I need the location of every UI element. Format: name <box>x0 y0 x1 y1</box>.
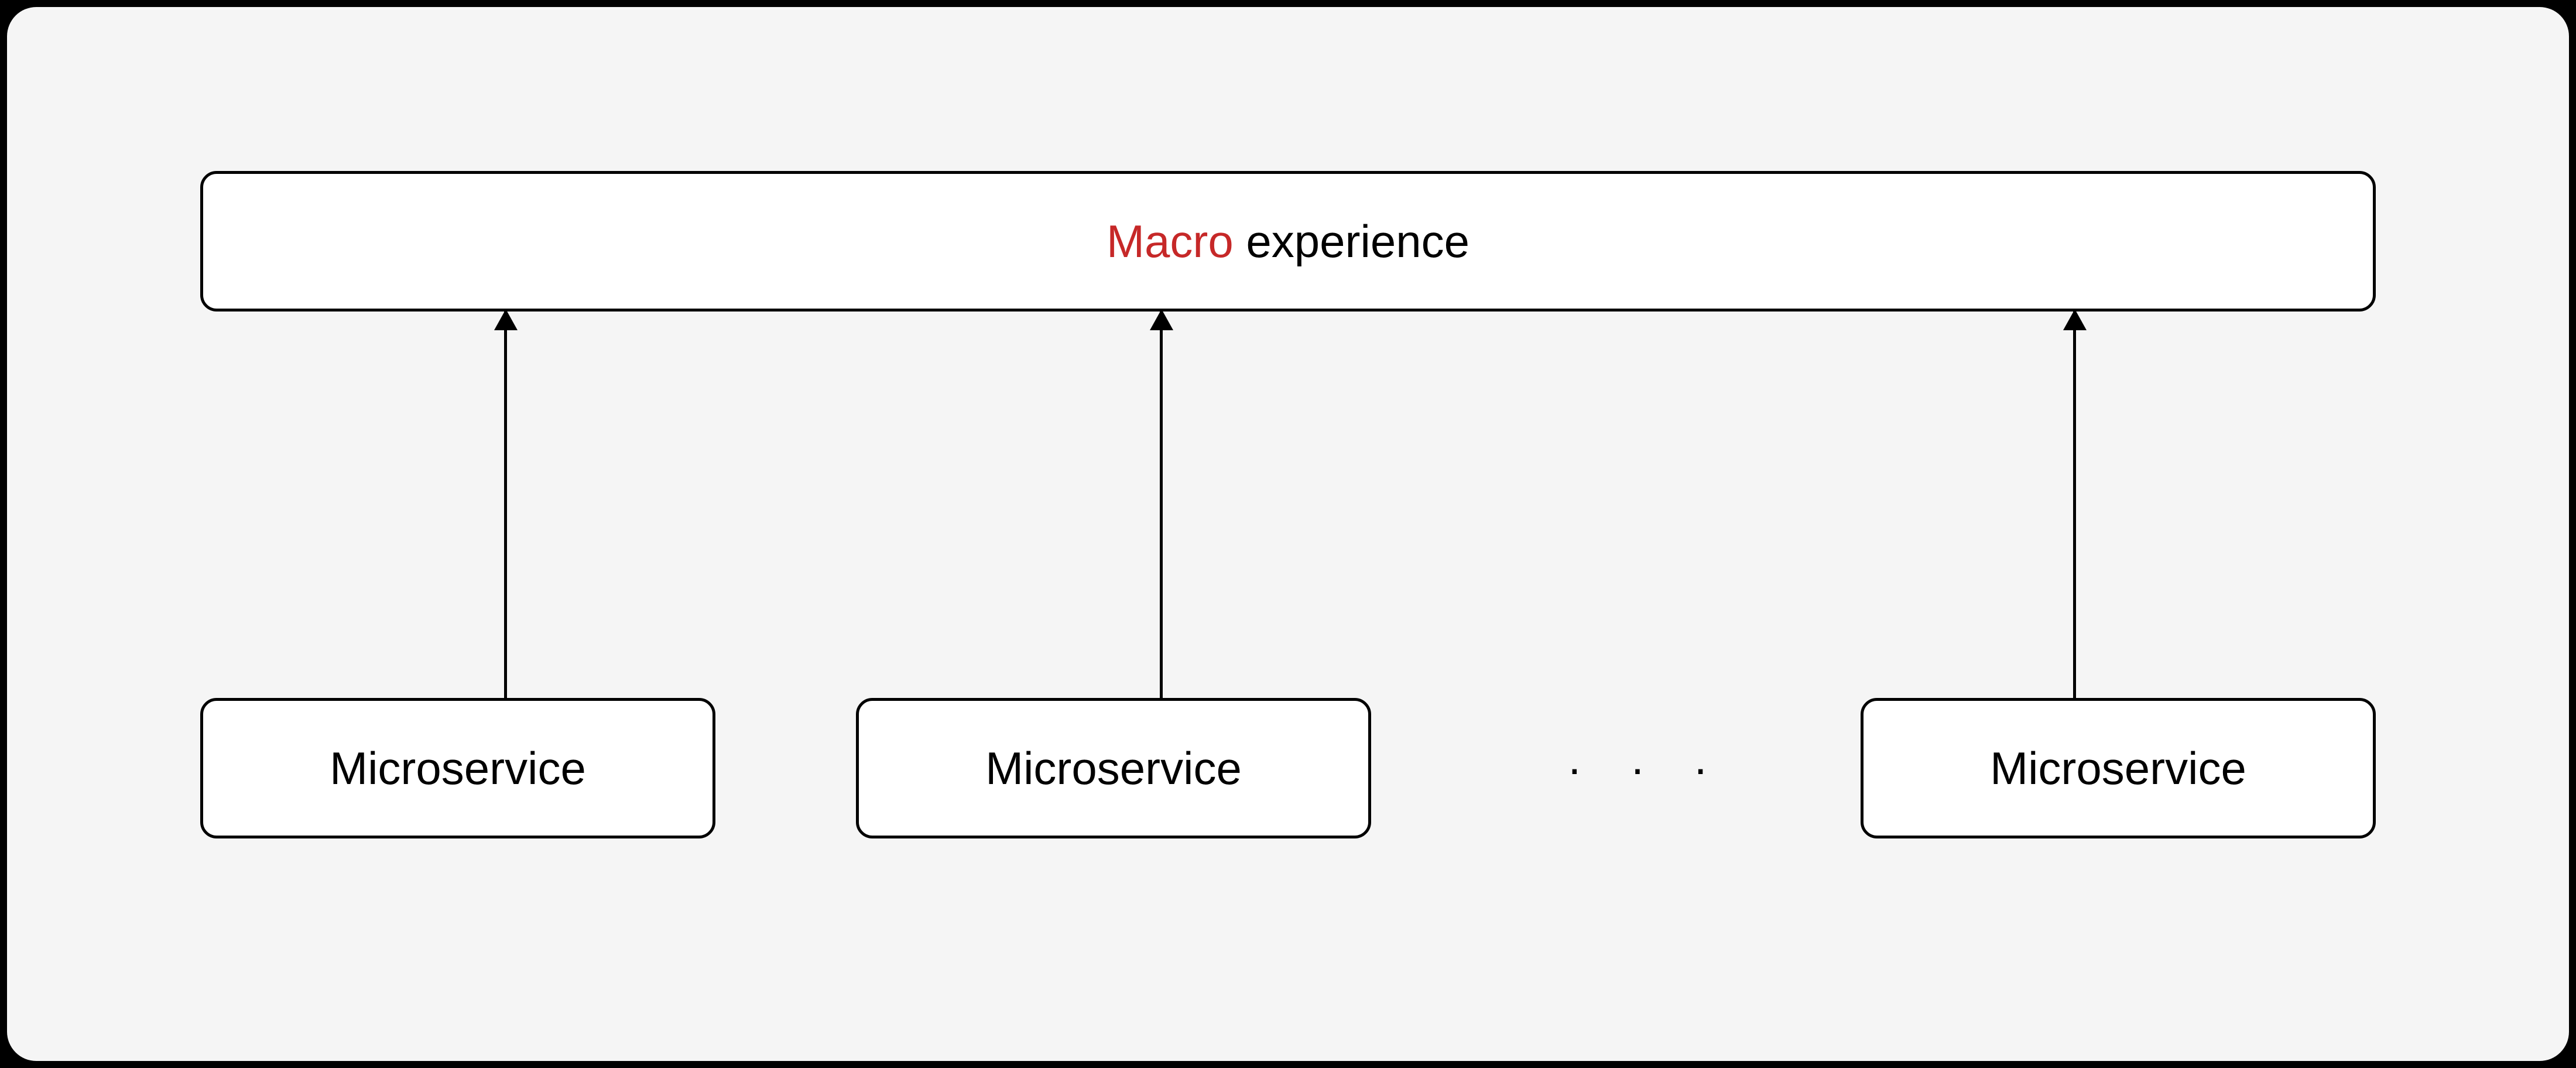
microservice-box: Microservice <box>200 698 715 838</box>
macro-experience-label: Macro experience <box>1107 215 1469 268</box>
microservice-box: Microservice <box>856 698 1371 838</box>
arrow-up-icon <box>2073 312 2076 698</box>
diagram-frame: Macro experience Microservice Microservi… <box>7 7 2569 1061</box>
microservice-label: Microservice <box>1990 742 2246 795</box>
microservice-label: Microservice <box>985 742 1242 795</box>
macro-experience-box: Macro experience <box>200 171 2376 312</box>
arrow-up-icon <box>504 312 507 698</box>
macro-rest-word: experience <box>1234 215 1469 267</box>
ellipsis-label: · · · <box>1529 698 1763 838</box>
macro-accent-word: Macro <box>1107 215 1234 267</box>
microservice-box: Microservice <box>1861 698 2376 838</box>
arrow-up-icon <box>1160 312 1163 698</box>
microservice-label: Microservice <box>330 742 586 795</box>
